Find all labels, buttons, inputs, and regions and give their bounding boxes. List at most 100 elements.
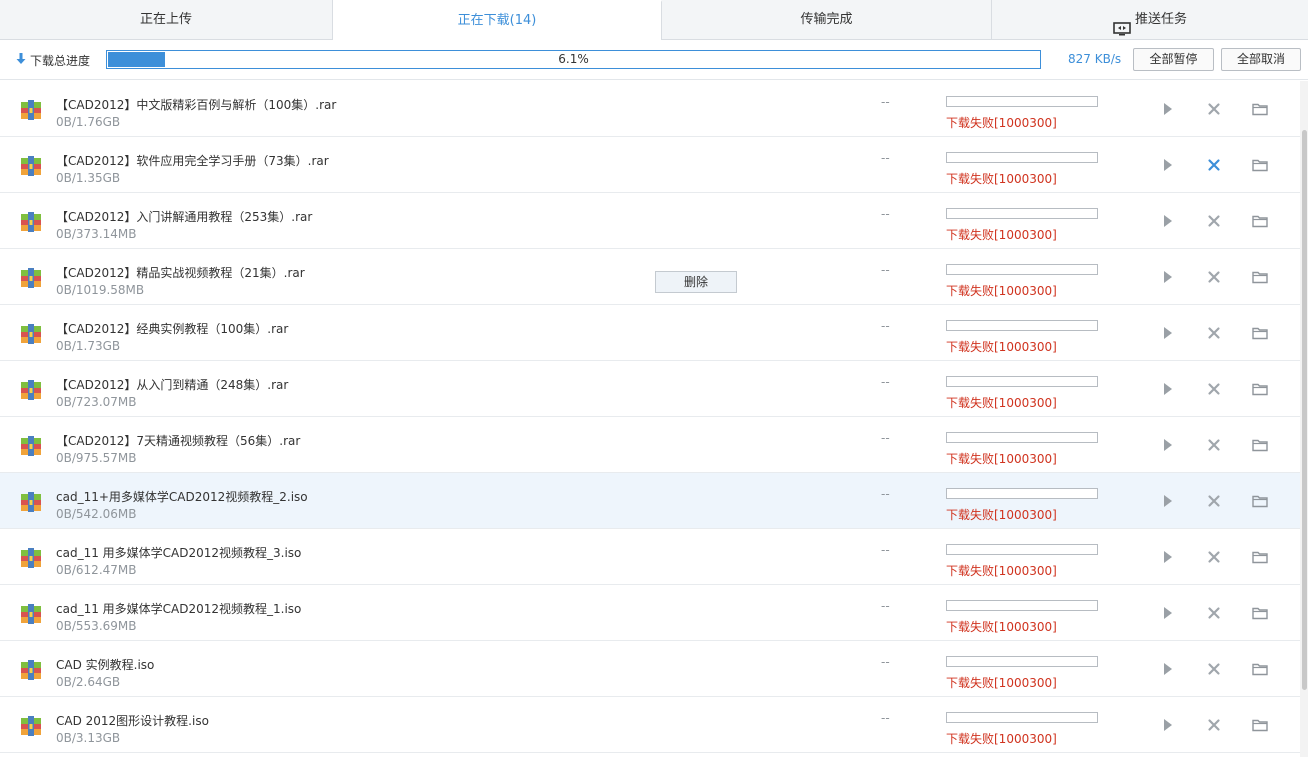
file-size: 0B/373.14MB [56,227,137,241]
table-row[interactable]: cad_11+用多媒体学CAD2012视频教程_2.iso 0B/542.06MB… [0,473,1300,529]
open-folder-icon[interactable] [1251,604,1269,622]
delete-icon[interactable] [1205,212,1223,230]
table-row[interactable]: 【CAD2012】经典实例教程（100集）.rar 0B/1.73GB -- 下载失败… [0,305,1300,361]
resume-icon[interactable] [1159,212,1177,230]
pause-all-button[interactable]: 全部暂停 [1133,48,1214,71]
resume-icon[interactable] [1159,324,1177,342]
resume-icon[interactable] [1159,380,1177,398]
archive-file-icon [20,267,42,289]
file-progress-bar [946,320,1098,331]
tab-uploading[interactable]: 正在上传 [0,0,333,40]
file-speed: -- [881,655,890,669]
open-folder-icon[interactable] [1251,100,1269,118]
file-progress-bar [946,264,1098,275]
download-arrow-icon [16,52,26,69]
resume-icon[interactable] [1159,604,1177,622]
tab-push-tasks[interactable]: 推送任务 [992,0,1308,40]
table-row[interactable]: 【CAD2012】中文版精彩百例与解析（100集）.rar 0B/1.76GB --… [0,81,1300,137]
file-progress-bar [946,432,1098,443]
file-speed: -- [881,431,890,445]
archive-file-icon [20,435,42,457]
delete-icon[interactable] [1205,324,1223,342]
table-row[interactable]: 【CAD2012】7天精通视频教程（56集）.rar 0B/975.57MB -- 下… [0,417,1300,473]
table-row[interactable]: cad_11 用多媒体学CAD2012视频教程_3.iso 0B/612.47MB… [0,529,1300,585]
table-row[interactable]: 【CAD2012】软件应用完全学习手册（73集）.rar 0B/1.35GB -- 下… [0,137,1300,193]
file-status: 下载失败[1000300] [946,172,1057,186]
total-progress-row: 下载总进度 6.1% 827 KB/s 全部暂停 全部取消 [0,40,1308,80]
open-folder-icon[interactable] [1251,436,1269,454]
transfer-tabs: 正在上传 正在下载(14) 传输完成 推送任务 [0,0,1308,41]
resume-icon[interactable] [1159,156,1177,174]
table-row[interactable]: 【CAD2012】入门讲解通用教程（253集）.rar 0B/373.14MB --… [0,193,1300,249]
delete-icon[interactable] [1205,268,1223,286]
open-folder-icon[interactable] [1251,716,1269,734]
file-progress-bar [946,96,1098,107]
resume-icon[interactable] [1159,268,1177,286]
file-progress-bar [946,712,1098,723]
resume-icon[interactable] [1159,436,1177,454]
resume-icon[interactable] [1159,548,1177,566]
archive-file-icon [20,323,42,345]
file-size: 0B/1.35GB [56,171,121,185]
table-row[interactable]: cad_11 用多媒体学CAD2012视频教程_1.iso 0B/553.69MB… [0,585,1300,641]
scrollbar-thumb[interactable] [1302,130,1307,690]
file-size: 0B/975.57MB [56,451,137,465]
table-row[interactable]: 【CAD2012】从入门到精通（248集）.rar 0B/723.07MB -- 下载… [0,361,1300,417]
download-list: 【CAD2012】中文版精彩百例与解析（100集）.rar 0B/1.76GB --… [0,81,1300,757]
file-status: 下载失败[1000300] [946,508,1057,522]
file-status: 下载失败[1000300] [946,620,1057,634]
open-folder-icon[interactable] [1251,268,1269,286]
delete-icon[interactable] [1205,604,1223,622]
table-row[interactable]: 【CAD2012】精品实战视频教程（21集）.rar 0B/1019.58MB --… [0,249,1300,305]
open-folder-icon[interactable] [1251,380,1269,398]
file-progress-bar [946,656,1098,667]
archive-file-icon [20,715,42,737]
delete-icon[interactable] [1205,660,1223,678]
open-folder-icon[interactable] [1251,548,1269,566]
resume-icon[interactable] [1159,492,1177,510]
open-folder-icon[interactable] [1251,660,1269,678]
open-folder-icon[interactable] [1251,492,1269,510]
table-row[interactable]: CAD 2012图形设计教程.iso 0B/3.13GB -- 下载失败[100030… [0,697,1300,753]
delete-icon[interactable] [1205,716,1223,734]
file-speed: -- [881,487,890,501]
delete-icon[interactable] [1205,548,1223,566]
file-speed: -- [881,711,890,725]
file-size: 0B/612.47MB [56,563,137,577]
open-folder-icon[interactable] [1251,156,1269,174]
delete-icon[interactable] [1205,156,1223,174]
push-screen-icon [1113,13,1131,36]
file-speed: -- [881,599,890,613]
file-speed: -- [881,95,890,109]
total-progress-percent: 6.1% [558,52,589,66]
file-size: 0B/1019.58MB [56,283,145,297]
file-progress-bar [946,152,1098,163]
file-name: 【CAD2012】入门讲解通用教程（253集）.rar [56,210,313,224]
tab-downloading[interactable]: 正在下载(14) [333,0,662,41]
delete-icon[interactable] [1205,492,1223,510]
total-progress-bar: 6.1% [106,50,1041,69]
open-folder-icon[interactable] [1251,324,1269,342]
file-name: 【CAD2012】7天精通视频教程（56集）.rar [56,434,301,448]
file-speed: -- [881,263,890,277]
file-status: 下载失败[1000300] [946,284,1057,298]
tab-completed[interactable]: 传输完成 [662,0,992,40]
file-speed: -- [881,151,890,165]
delete-tooltip: 删除 [655,271,737,293]
delete-icon[interactable] [1205,380,1223,398]
resume-icon[interactable] [1159,716,1177,734]
delete-icon[interactable] [1205,436,1223,454]
file-size: 0B/3.13GB [56,731,121,745]
table-row[interactable]: CAD 实例教程.iso 0B/2.64GB -- 下载失败[1000300] [0,641,1300,697]
resume-icon[interactable] [1159,660,1177,678]
file-name: 【CAD2012】精品实战视频教程（21集）.rar [56,266,305,280]
resume-icon[interactable] [1159,100,1177,118]
cancel-all-button[interactable]: 全部取消 [1221,48,1301,71]
file-progress-bar [946,544,1098,555]
file-speed: -- [881,375,890,389]
open-folder-icon[interactable] [1251,212,1269,230]
file-status: 下载失败[1000300] [946,228,1057,242]
archive-file-icon [20,491,42,513]
delete-icon[interactable] [1205,100,1223,118]
archive-file-icon [20,155,42,177]
